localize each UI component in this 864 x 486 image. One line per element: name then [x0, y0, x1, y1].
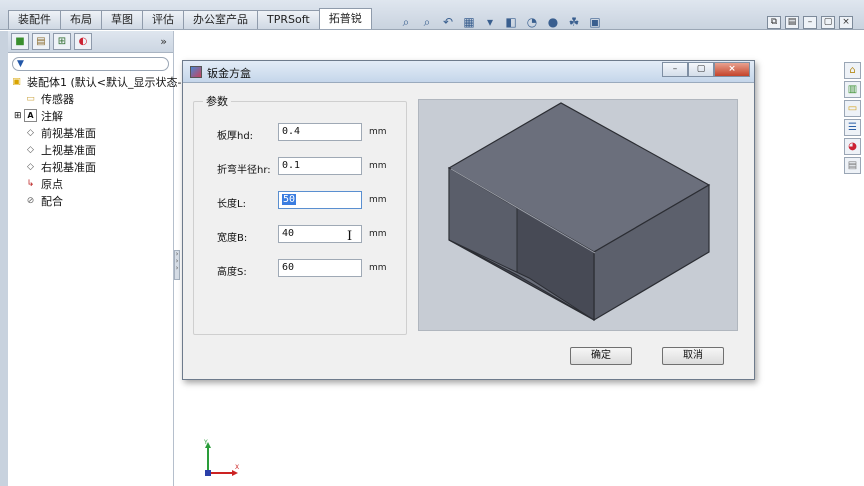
left-edge-strip — [0, 31, 8, 486]
dialog-title: 钣金方盒 — [207, 67, 251, 80]
mates-icon: ⊘ — [26, 195, 35, 206]
height-unit: mm — [369, 263, 387, 273]
display-style-icon[interactable]: ◧ — [503, 14, 519, 30]
tree-item-front-plane[interactable]: ◇ 前视基准面 — [10, 124, 173, 141]
appearances-icon[interactable]: ◕ — [844, 138, 861, 155]
tab-evaluate[interactable]: 评估 — [142, 10, 184, 29]
tree-item-label: 前视基准面 — [41, 126, 96, 140]
manager-tabs: ■ ▤ ⊞ ◐ » — [8, 31, 173, 53]
length-input[interactable]: 50 — [278, 191, 362, 209]
origin-icon: ↳ — [26, 178, 35, 189]
display-manager-tab-icon[interactable]: ◐ — [74, 33, 92, 50]
assembly-icon: ▣ — [12, 76, 21, 87]
task-pane-tabs: ⌂ ▥ ▭ ☰ ◕ ▤ — [844, 62, 864, 192]
tree-item-mates[interactable]: ⊘ 配合 — [10, 192, 173, 209]
home-icon[interactable]: ⌂ — [844, 62, 861, 79]
tree-item-right-plane[interactable]: ◇ 右视基准面 — [10, 158, 173, 175]
tree-item-label: 上视基准面 — [41, 143, 96, 157]
tab-topure[interactable]: 拓普锐 — [318, 8, 372, 29]
restore-doc-icon[interactable]: ⧉ — [767, 16, 781, 29]
view-orientation-icon[interactable]: ▾ — [482, 14, 498, 30]
tree-root-assembly[interactable]: ▣ 装配体1 (默认<默认_显示状态- — [10, 73, 181, 90]
feature-manager-panel: ■ ▤ ⊞ ◐ » ▼ ▣ 装配体1 (默认<默认_显示状态- ▭ 传感器 ⊞ … — [8, 31, 181, 486]
sheet-metal-box-dialog: 钣金方盒 – ▢ × 参数 板厚hd: 0.4 mm 折弯半径hr: 0.1 m… — [182, 60, 755, 380]
close-button[interactable]: × — [714, 62, 750, 77]
tree-filter[interactable]: ▼ — [12, 57, 169, 71]
width-label: 宽度B: — [217, 233, 248, 244]
minimize-doc-icon[interactable]: – — [803, 16, 817, 29]
expand-chevron-icon[interactable]: » — [160, 35, 167, 48]
parameters-group-label: 参数 — [203, 93, 231, 109]
tree-item-label: 传感器 — [41, 92, 74, 106]
configuration-manager-tab-icon[interactable]: ⊞ — [53, 33, 71, 50]
view-palette-icon[interactable]: ☰ — [844, 119, 861, 136]
triad-x-label: X — [235, 464, 239, 471]
text-cursor-icon: I — [347, 229, 353, 244]
bend-radius-label: 折弯半径hr: — [217, 165, 271, 176]
command-tabs: 装配件 布局 草图 评估 办公室产品 TPRSoft 拓普锐 — [8, 8, 372, 29]
width-unit: mm — [369, 229, 387, 239]
plane-icon: ◇ — [27, 161, 34, 172]
cancel-button[interactable]: 取消 — [662, 347, 724, 365]
maximize-button[interactable]: ▢ — [688, 62, 714, 77]
scene-icon[interactable]: ☘ — [566, 14, 582, 30]
tree-item-origin[interactable]: ↳ 原点 — [10, 175, 173, 192]
coordinate-triad: Y X — [203, 439, 239, 476]
thickness-input[interactable]: 0.4 — [278, 123, 362, 141]
property-manager-tab-icon[interactable]: ▤ — [32, 33, 50, 50]
feature-tree: ▣ 装配体1 (默认<默认_显示状态- ▭ 传感器 ⊞ A 注解 ◇ 前视基准面… — [8, 73, 181, 209]
tree-item-top-plane[interactable]: ◇ 上视基准面 — [10, 141, 173, 158]
previous-view-icon[interactable]: ↶ — [440, 14, 456, 30]
appearance-icon[interactable]: ● — [545, 14, 561, 30]
minimize-button[interactable]: – — [662, 62, 688, 77]
tree-item-label: 原点 — [41, 177, 63, 191]
maximize-doc-icon[interactable]: ▢ — [821, 16, 835, 29]
tab-tprsoft[interactable]: TPRSoft — [257, 10, 320, 29]
plane-icon: ◇ — [27, 144, 34, 155]
file-explorer-icon[interactable]: ▭ — [844, 100, 861, 117]
view-toolbar: ⌕ ⌕ ↶ ▦ ▾ ◧ ◔ ● ☘ ▣ — [398, 14, 603, 30]
tab-sketch[interactable]: 草图 — [101, 10, 143, 29]
box-preview-image — [418, 99, 738, 331]
dialog-titlebar: 钣金方盒 – ▢ × — [183, 61, 754, 83]
height-input[interactable]: 60 — [278, 259, 362, 277]
section-view-icon[interactable]: ▦ — [461, 14, 477, 30]
zoom-to-area-icon[interactable]: ⌕ — [419, 14, 435, 30]
bend-radius-unit: mm — [369, 161, 387, 171]
length-value: 50 — [282, 194, 297, 205]
expand-plus-icon[interactable]: ⊞ — [14, 111, 24, 121]
thickness-unit: mm — [369, 127, 387, 137]
view-settings-icon[interactable]: ▣ — [587, 14, 603, 30]
length-label: 长度L: — [217, 199, 246, 210]
bend-radius-input[interactable]: 0.1 — [278, 157, 362, 175]
tile-doc-icon[interactable]: ▤ — [785, 16, 799, 29]
height-label: 高度S: — [217, 267, 247, 278]
panel-splitter[interactable]: › › › — [174, 250, 180, 280]
tab-layout[interactable]: 布局 — [60, 10, 102, 29]
ok-button[interactable]: 确定 — [570, 347, 632, 365]
thickness-label: 板厚hd: — [217, 131, 254, 142]
design-library-icon[interactable]: ▥ — [844, 81, 861, 98]
tree-item-label: 右视基准面 — [41, 160, 96, 174]
custom-properties-icon[interactable]: ▤ — [844, 157, 861, 174]
length-unit: mm — [369, 195, 387, 205]
command-manager-bar: 装配件 布局 草图 评估 办公室产品 TPRSoft 拓普锐 ⌕ ⌕ ↶ ▦ ▾… — [0, 0, 864, 30]
close-doc-icon[interactable]: × — [839, 16, 853, 29]
tree-item-label: 注解 — [41, 109, 63, 123]
triad-y-label: Y — [203, 439, 208, 446]
tree-item-sensors[interactable]: ▭ 传感器 — [10, 90, 173, 107]
plane-icon: ◇ — [27, 127, 34, 138]
tree-item-annotations[interactable]: ⊞ A 注解 — [10, 107, 173, 124]
sheet-metal-box-drawing — [447, 102, 711, 322]
tab-office-products[interactable]: 办公室产品 — [183, 10, 258, 29]
zoom-to-fit-icon[interactable]: ⌕ — [398, 14, 414, 30]
hide-show-items-icon[interactable]: ◔ — [524, 14, 540, 30]
tree-item-label: 配合 — [41, 194, 63, 208]
app-icon — [190, 66, 202, 78]
feature-manager-tab-icon[interactable]: ■ — [11, 33, 29, 50]
sensor-folder-icon: ▭ — [26, 93, 35, 104]
annotation-icon: A — [24, 109, 37, 122]
tab-assembly[interactable]: 装配件 — [8, 10, 61, 29]
tree-root-label: 装配体1 (默认<默认_显示状态- — [27, 75, 182, 89]
